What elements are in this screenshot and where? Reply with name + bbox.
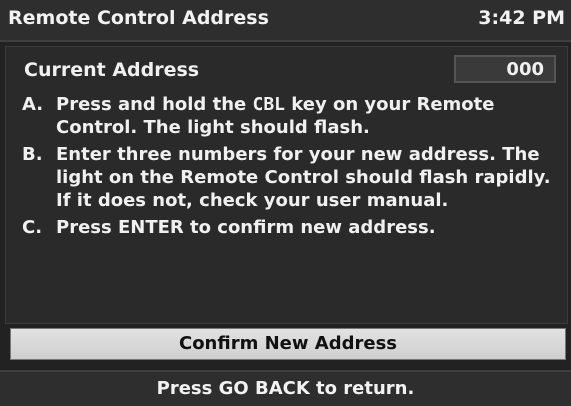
footer-hint: Press GO BACK to return. (0, 370, 571, 406)
instruction-step-b: B. Enter three numbers for your new addr… (20, 143, 560, 212)
current-address-value: 000 (506, 59, 544, 80)
step-text: Press and hold the (56, 94, 253, 115)
step-text: Enter three numbers for your new address… (56, 144, 551, 211)
clock: 3:42 PM (478, 7, 565, 29)
instruction-step-c: C. Press ENTER to confirm new address. (20, 216, 560, 239)
step-letter: A. (22, 94, 44, 115)
step-letter: B. (22, 144, 43, 165)
screen-title: Remote Control Address (8, 7, 269, 29)
content-panel: Current Address 000 A. Press and hold th… (5, 46, 568, 324)
instruction-list: A. Press and hold the CBL key on your Re… (20, 93, 560, 243)
cbl-key-label: CBL (252, 94, 285, 115)
screen: Remote Control Address 3:42 PM Current A… (0, 0, 571, 406)
instruction-step-a: A. Press and hold the CBL key on your Re… (20, 93, 560, 139)
current-address-label: Current Address (24, 59, 200, 81)
current-address-field: 000 (454, 55, 556, 83)
title-bar: Remote Control Address 3:42 PM (0, 0, 571, 42)
step-letter: C. (22, 217, 43, 238)
step-text: Press ENTER to confirm new address. (56, 217, 436, 238)
confirm-new-address-button[interactable]: Confirm New Address (10, 328, 566, 360)
